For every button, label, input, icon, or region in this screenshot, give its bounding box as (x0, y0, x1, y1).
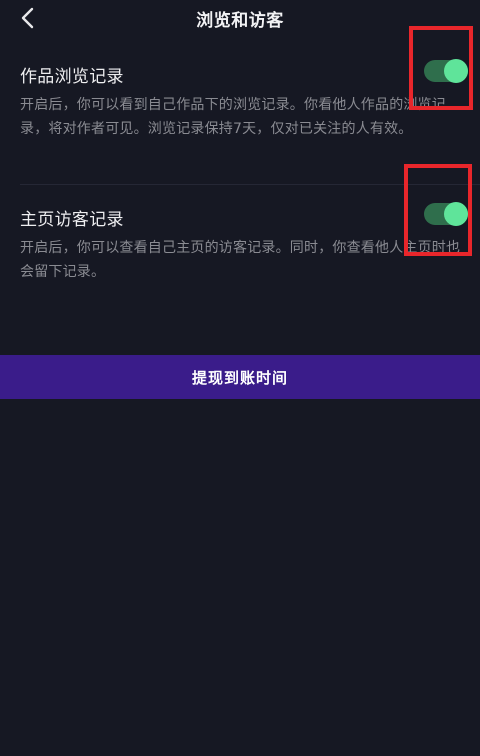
profile-visitor-history-toggle[interactable] (424, 202, 468, 226)
toggle-knob (444, 202, 468, 226)
page-title: 浏览和访客 (196, 11, 284, 31)
toggle-knob (444, 59, 468, 83)
divider (20, 184, 480, 185)
work-view-history-toggle[interactable] (424, 59, 468, 83)
setting-title: 主页访客记录 (20, 210, 124, 230)
top-bar: 浏览和访客 (0, 0, 480, 36)
setting-title: 作品浏览记录 (20, 67, 124, 87)
overlay-banner[interactable]: 提现到账时间 (0, 355, 480, 399)
banner-text: 提现到账时间 (191, 368, 288, 387)
setting-description: 开启后，你可以看到自己作品下的浏览记录。你看他人作品的浏览记录，将对作者可见。浏… (20, 97, 446, 137)
setting-description: 开启后，你可以查看自己主页的访客记录。同时，你查看他人主页时也会留下记录。 (20, 240, 461, 280)
